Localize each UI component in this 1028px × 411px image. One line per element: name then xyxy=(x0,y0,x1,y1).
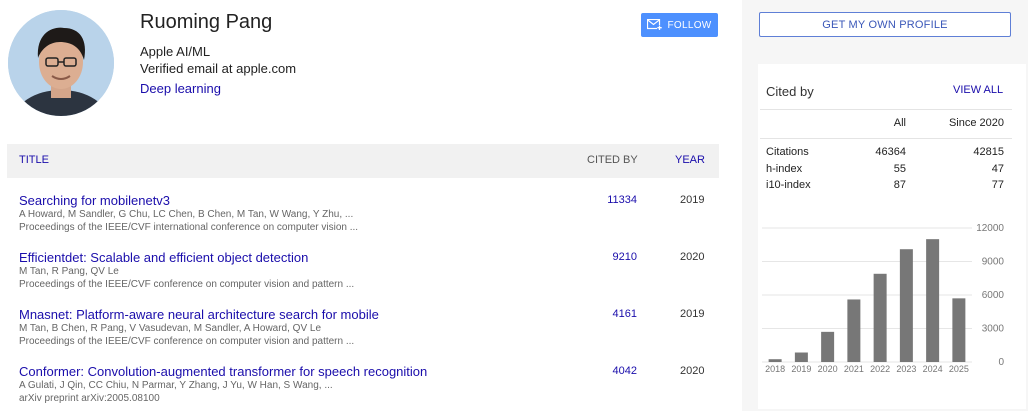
paper-year: 2019 xyxy=(680,308,705,320)
stat-all-i10-index: 87 xyxy=(893,179,906,191)
chart-x-tick-label: 2020 xyxy=(818,364,838,374)
table-row: Mnasnet: Platform-aware neural architect… xyxy=(7,307,719,359)
chart-bar-2025[interactable] xyxy=(952,298,966,362)
profile-email: Verified email at apple.com xyxy=(140,61,297,76)
paper-year: 2019 xyxy=(680,194,705,206)
stat-since-i10-index: 77 xyxy=(991,179,1004,191)
chart-bar-2019[interactable] xyxy=(794,352,808,362)
stat-label-citations: Citations xyxy=(766,146,809,158)
profile-affiliation: Apple AI/ML xyxy=(140,44,211,59)
paper-year: 2020 xyxy=(680,251,705,263)
stat-all-citations: 46364 xyxy=(875,146,906,158)
follow-button[interactable]: FOLLOW xyxy=(641,13,718,37)
chart-x-tick-label: 2018 xyxy=(765,364,785,374)
paper-authors: M Tan, B Chen, R Pang, V Vasudevan, M Sa… xyxy=(19,323,322,334)
chart-x-tick-label: 2021 xyxy=(844,364,864,374)
paper-venue: Proceedings of the IEEE/CVF conference o… xyxy=(19,336,355,347)
stat-since-citations: 42815 xyxy=(973,146,1004,158)
chart-bar-2018[interactable] xyxy=(768,359,782,362)
paper-title-link[interactable]: Mnasnet: Platform-aware neural architect… xyxy=(19,307,379,322)
sort-by-title[interactable]: TITLE xyxy=(19,154,49,166)
paper-cited-by-link[interactable]: 4161 xyxy=(613,308,637,320)
chart-bar-2020[interactable] xyxy=(821,331,835,362)
table-row: Conformer: Convolution-augmented transfo… xyxy=(7,364,719,411)
stat-label-h-index: h-index xyxy=(766,163,803,175)
citations-bar-chart-svg: 12000 9000 6000 3000 0 2018 2019 2020 2021 2022 20… xyxy=(762,223,1005,374)
stat-since-h-index: 47 xyxy=(991,163,1004,175)
chart-bar-2021[interactable] xyxy=(847,299,861,362)
chart-bar-2024[interactable] xyxy=(926,239,940,362)
profile-avatar xyxy=(8,10,114,116)
chart-y-tick-label: 0 xyxy=(998,357,1004,368)
paper-year: 2020 xyxy=(680,365,705,377)
sort-by-year[interactable]: YEAR xyxy=(675,154,705,166)
paper-venue: arXiv preprint arXiv:2005.08100 xyxy=(19,393,160,404)
get-my-own-profile-button[interactable]: GET MY OWN PROFILE xyxy=(759,12,1011,37)
chart-x-tick-label: 2024 xyxy=(923,364,943,374)
paper-venue: Proceedings of the IEEE/CVF internationa… xyxy=(19,222,359,233)
stats-col-since: Since 2020 xyxy=(948,117,1004,129)
chart-y-tick-label: 6000 xyxy=(982,290,1005,301)
chart-y-tick-label: 9000 xyxy=(982,257,1005,268)
follow-label: FOLLOW xyxy=(667,19,712,31)
stats-col-all: All xyxy=(893,117,906,129)
mail-plus-icon xyxy=(647,18,663,31)
profile-name: Ruoming Pang xyxy=(140,11,273,33)
sort-by-cited[interactable]: CITED BY xyxy=(587,154,638,166)
table-row: Efficientdet: Scalable and efficient obj… xyxy=(7,250,719,302)
paper-authors: A Howard, M Sandler, G Chu, LC Chen, B C… xyxy=(19,209,354,220)
paper-authors: M Tan, R Pang, QV Le xyxy=(19,266,119,277)
paper-title-link[interactable]: Searching for mobilenetv3 xyxy=(19,193,170,208)
stat-all-h-index: 55 xyxy=(893,163,906,175)
paper-cited-by-link[interactable]: 4042 xyxy=(613,365,637,377)
chart-x-tick-label: 2025 xyxy=(949,364,969,374)
chart-bar-2022[interactable] xyxy=(873,273,887,362)
view-all-link[interactable]: VIEW ALL xyxy=(953,84,1003,96)
chart-y-tick-label: 12000 xyxy=(976,223,1004,234)
paper-title-link[interactable]: Conformer: Convolution-augmented transfo… xyxy=(19,364,427,379)
chart-x-tick-label: 2023 xyxy=(896,364,916,374)
citations-per-year-chart: 12000 9000 6000 3000 0 2018 2019 2020 2021 2022 20… xyxy=(760,222,1028,382)
chart-x-tick-label: 2019 xyxy=(791,364,811,374)
stat-label-i10-index: i10-index xyxy=(766,179,811,191)
paper-title-link[interactable]: Efficientdet: Scalable and efficient obj… xyxy=(19,250,308,265)
chart-y-tick-label: 3000 xyxy=(982,324,1005,335)
paper-authors: A Gulati, J Qin, CC Chiu, N Parmar, Y Zh… xyxy=(19,380,333,391)
chart-x-tick-label: 2022 xyxy=(870,364,890,374)
divider xyxy=(760,109,1012,110)
table-row: Searching for mobilenetv3 A Howard, M Sa… xyxy=(7,193,719,245)
paper-venue: Proceedings of the IEEE/CVF conference o… xyxy=(19,279,355,290)
divider xyxy=(760,138,1012,139)
publications-table-header: TITLE CITED BY YEAR xyxy=(7,144,719,178)
cited-by-heading: Cited by xyxy=(766,84,814,99)
research-interest-link[interactable]: Deep learning xyxy=(140,81,221,96)
paper-cited-by-link[interactable]: 9210 xyxy=(613,251,637,263)
paper-cited-by-link[interactable]: 11334 xyxy=(607,194,637,206)
chart-bar-2023[interactable] xyxy=(899,249,913,362)
